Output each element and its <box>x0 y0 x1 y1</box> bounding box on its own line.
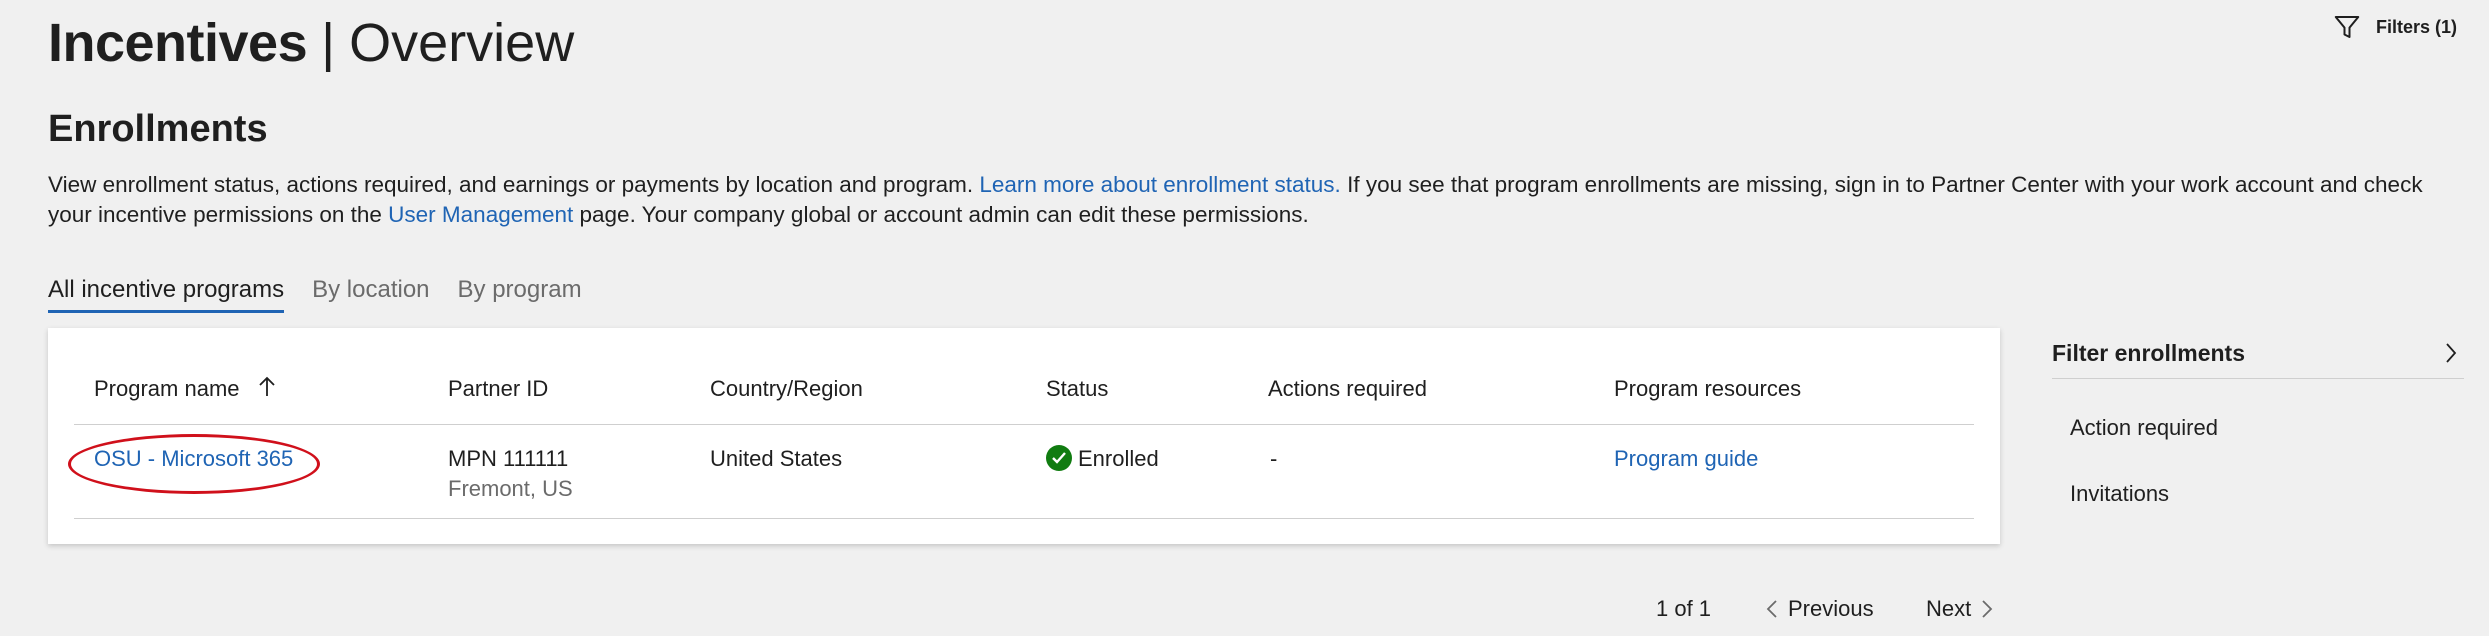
title-separator: | <box>321 13 336 73</box>
filter-enrollments-title: Filter enrollments <box>2052 339 2245 366</box>
table-header: Program name Partner ID Country/Region S… <box>74 374 1974 425</box>
chevron-left-icon <box>1766 600 1777 618</box>
partner-location: Fremont, US <box>448 476 573 501</box>
learn-more-link[interactable]: Learn more about enrollment status. <box>979 172 1340 197</box>
page-title-main: Incentives <box>48 13 308 73</box>
table-row: OSU - Microsoft 365 MPN 111111 Fremont, … <box>74 424 1974 519</box>
next-page-button[interactable]: Next <box>1926 596 1993 622</box>
column-header-label: Program name <box>94 376 240 401</box>
column-header-resources: Program resources <box>1614 376 1802 401</box>
tab-by-program[interactable]: By program <box>458 276 582 313</box>
chevron-right-icon <box>1982 600 1993 618</box>
previous-page-button[interactable]: Previous <box>1766 596 1874 622</box>
status-text: Enrolled <box>1078 446 1159 471</box>
section-description: View enrollment status, actions required… <box>48 170 2468 230</box>
column-header-country: Country/Region <box>710 376 863 401</box>
tab-by-location[interactable]: By location <box>312 276 429 313</box>
country-cell: United States <box>710 446 843 471</box>
sort-ascending-icon <box>259 376 275 396</box>
tab-bar: All incentive programs By location By pr… <box>48 276 582 313</box>
filter-item-action-required[interactable]: Action required <box>2052 415 2464 441</box>
previous-label: Previous <box>1788 596 1874 621</box>
section-heading: Enrollments <box>48 108 268 150</box>
highlight-annotation-oval <box>68 434 320 494</box>
check-circle-icon <box>1046 445 1072 471</box>
next-label: Next <box>1926 596 1972 621</box>
column-header-actions: Actions required <box>1268 376 1427 401</box>
enrollments-table-card: Program name Partner ID Country/Region S… <box>48 328 2000 544</box>
description-text-1: View enrollment status, actions required… <box>48 172 980 197</box>
partner-id-cell: MPN 111111 Fremont, US <box>448 444 573 504</box>
column-header-status: Status <box>1046 376 1109 401</box>
page-title-sub: Overview <box>349 13 575 73</box>
filters-label: Filters (1) <box>2375 16 2457 37</box>
chevron-right-icon <box>2446 343 2457 363</box>
filter-item-invitations[interactable]: Invitations <box>2052 481 2464 507</box>
description-text-3: page. Your company global or account adm… <box>573 202 1309 227</box>
page-title: Incentives | Overview <box>48 10 574 76</box>
filter-icon <box>2334 16 2360 38</box>
actions-cell: - <box>1270 446 1278 471</box>
column-header-partner-id: Partner ID <box>448 376 549 401</box>
column-header-program-name[interactable]: Program name <box>94 374 276 404</box>
filters-button[interactable]: Filters (1) <box>2332 12 2457 42</box>
user-management-link[interactable]: User Management <box>388 202 573 227</box>
status-cell: Enrolled <box>1046 444 1159 474</box>
filter-sidebar: Filter enrollments Action required Invit… <box>2052 328 2464 507</box>
partner-id: MPN 111111 <box>448 446 569 471</box>
filter-enrollments-header[interactable]: Filter enrollments <box>2052 328 2464 379</box>
program-guide-link[interactable]: Program guide <box>1614 444 1758 474</box>
tab-all-incentive-programs[interactable]: All incentive programs <box>48 276 285 313</box>
page-info: 1 of 1 <box>1656 596 1712 621</box>
